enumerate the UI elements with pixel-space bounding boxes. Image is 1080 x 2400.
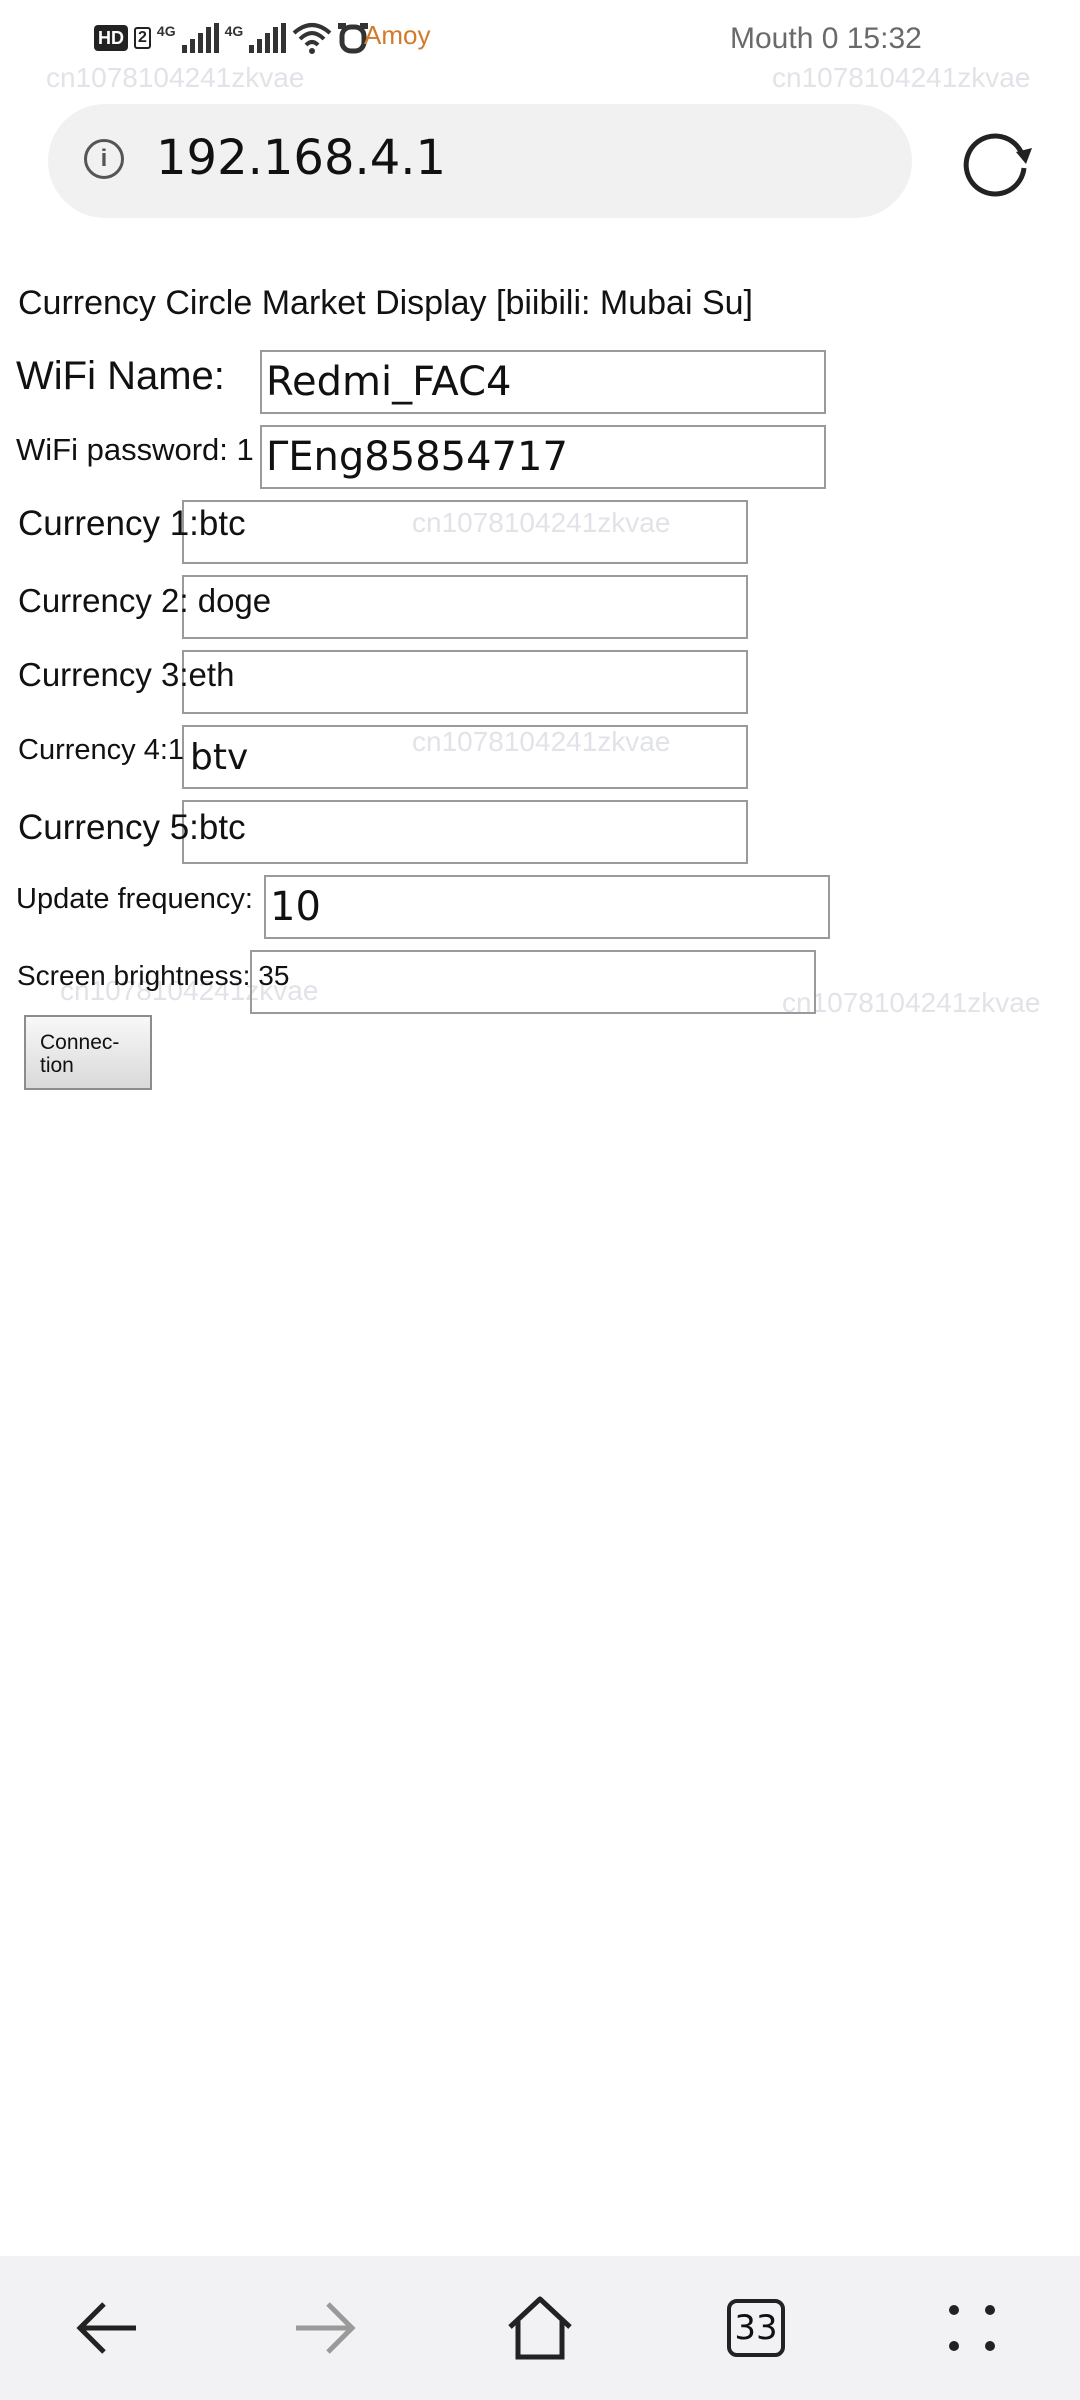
network-type-label: 4G — [224, 23, 244, 39]
connect-button-label: Connec- tion — [40, 1031, 120, 1077]
currency-4-input[interactable] — [182, 725, 748, 789]
currency-1-label: Currency 1:btc — [18, 504, 246, 543]
wifi-icon — [292, 23, 332, 54]
wifi-password-label: WiFi password: 1 — [16, 432, 254, 467]
currency-3-input[interactable] — [182, 650, 748, 714]
screen-brightness-label: Screen brightness: 35 — [17, 960, 290, 991]
wifi-name-label: WiFi Name: — [16, 354, 225, 398]
signal-icon — [249, 23, 287, 53]
watermark: cn1078104241zkvae — [782, 987, 1041, 1018]
tabs-icon[interactable]: 33 — [716, 2290, 796, 2366]
screen-brightness-input[interactable] — [250, 950, 816, 1014]
hd-icon: HD — [94, 25, 128, 51]
tab-count: 33 — [727, 2299, 785, 2357]
connect-button[interactable]: Connec- tion — [24, 1015, 152, 1090]
update-frequency-input[interactable] — [264, 875, 830, 939]
network-type-label: 4G — [156, 23, 176, 39]
reload-icon[interactable] — [958, 124, 1034, 200]
wifi-name-input[interactable] — [260, 350, 826, 414]
info-icon[interactable]: i — [84, 139, 124, 179]
carrier-label: Amoy — [364, 20, 431, 50]
watermark: cn1078104241zkvae — [772, 62, 1031, 93]
currency-3-label: Currency 3:eth — [18, 656, 235, 693]
sim-badge: 2 — [134, 27, 151, 49]
more-icon[interactable] — [932, 2290, 1012, 2366]
back-arrow-icon[interactable] — [68, 2290, 148, 2366]
home-icon[interactable] — [500, 2290, 580, 2366]
update-frequency-label: Update frequency: — [16, 883, 253, 915]
url-text[interactable]: 192.168.4.1 — [156, 130, 446, 186]
signal-icon — [181, 23, 219, 53]
currency-5-label: Currency 5:btc — [18, 808, 246, 847]
forward-arrow-icon[interactable] — [284, 2290, 364, 2366]
status-icons: HD 2 4G 4G — [94, 20, 369, 56]
watermark: cn1078104241zkvae — [46, 62, 305, 93]
page-title: Currency Circle Market Display [biibili:… — [18, 284, 754, 322]
wifi-password-input[interactable] — [260, 425, 826, 489]
currency-2-label: Currency 2: doge — [18, 582, 272, 619]
currency-4-label: Currency 4:1 — [18, 734, 185, 766]
currency-5-input[interactable] — [182, 800, 748, 864]
currency-1-input[interactable] — [182, 500, 748, 564]
clock: Mouth 0 15:32 — [730, 22, 922, 55]
